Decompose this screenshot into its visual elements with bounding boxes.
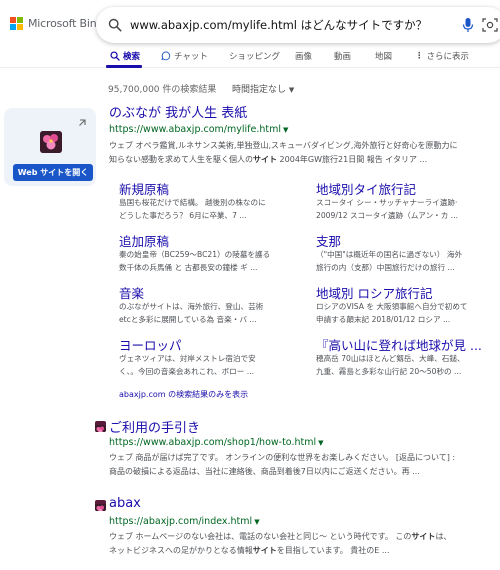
- snippet-line: ウェブ ホームページのない会社は、電話のない会社と同じ〜 という時代です。 この…: [109, 530, 499, 544]
- site-thumbnail: [40, 131, 62, 153]
- result-url-text: https://www.abaxjp.com/shop1/how-to.html: [109, 437, 317, 448]
- external-link-icon[interactable]: [76, 119, 86, 129]
- tab-shopping[interactable]: ショッピング: [229, 50, 280, 62]
- result-snippet: ウェブ ホームページのない会社は、電話のない会社と同じ〜 という時代です。 この…: [109, 530, 499, 558]
- result-title[interactable]: abax: [109, 496, 141, 511]
- result-title[interactable]: ご利用の手引き: [109, 417, 200, 436]
- tab-label: 地図: [375, 52, 393, 62]
- deeplink-snippet: 秦の始皇帝（BC259〜BC21）の陵墓を護る 数千体の兵馬俑 と 古都長安の鐘楼…: [119, 248, 284, 274]
- tab-label: チャット: [174, 52, 208, 62]
- snippet-text: ネットビジネスへの足がかりとなる情報: [109, 546, 253, 555]
- snippet-text: 知らない感動を求めて人生を駆く個人の: [109, 155, 253, 164]
- tab-label: ショッピング: [229, 52, 281, 62]
- microphone-icon[interactable]: [462, 17, 474, 33]
- tab-maps[interactable]: 地図: [375, 50, 392, 62]
- search-icon[interactable]: [108, 18, 122, 32]
- snippet-line: どうした事だろう？ 6月に卒業、7 ...: [119, 211, 247, 220]
- snippet-text: 2004年GW旅行21日間 報告 イタリア ...: [277, 155, 428, 164]
- deeplink-snippet: 穂高岳 70山はほとんど剱岳、大峰、石鎚、 九重、霧島と多彩な山行記 20〜50秒…: [316, 352, 481, 378]
- result-url-text: https://abaxjp.com/index.html: [109, 516, 253, 527]
- caret-down-icon[interactable]: ▼: [283, 126, 288, 134]
- active-tab-indicator: [106, 65, 142, 68]
- snippet-line: （"中国"は概近年の国名に過ぎない） 海外: [316, 250, 463, 259]
- site-favicon: [95, 500, 106, 511]
- tab-label: 動画: [334, 52, 352, 62]
- result-snippet: ウェブ 商品が届けば完了です。 オンラインの便利な世界をお楽しみください。 [返…: [109, 451, 499, 479]
- snippet-line: ロシアのVISA を 大阪領事館へ自分で初めて: [316, 302, 468, 311]
- snippet-line: ウェブ 商品が届けば完了です。 オンラインの便利な世界をお楽しみください。 [返…: [109, 453, 456, 462]
- search-tabs: 検索 チャット ショッピング 画像 動画 地図 ⋮ さらに表示: [0, 46, 500, 68]
- snippet-highlight: サイト: [253, 155, 277, 164]
- open-website-button[interactable]: Web サイトを開く: [13, 164, 93, 181]
- snippet-line: 秦の始皇帝（BC259〜BC21）の陵墓を護る: [119, 250, 271, 259]
- result-title[interactable]: のぶなが 我が人生 表紙: [109, 102, 247, 121]
- snippet-line: のぶながサイトは、海外旅行、登山、芸術: [119, 302, 264, 311]
- snippet-line: く、。今回の音楽会あれこれ、ボロー ...: [119, 367, 255, 376]
- site-preview-card[interactable]: Web サイトを開く: [4, 108, 96, 186]
- snippet-text: は、: [435, 532, 452, 541]
- deeplink-snippet: 島国も桜花だけで結構。 越後別の株なのに どうした事だろう？ 6月に卒業、7 ..…: [119, 196, 284, 222]
- result-url[interactable]: https://abaxjp.com/index.html ▼: [109, 516, 260, 527]
- caret-down-icon[interactable]: ▼: [254, 518, 259, 526]
- more-icon: ⋮: [415, 51, 424, 61]
- chat-icon: [161, 51, 171, 61]
- search-box[interactable]: www.abaxjp.com/mylife.html はどんなサイトですか？: [96, 7, 500, 43]
- deeplink-snippet: （"中国"は概近年の国名に過ぎない） 海外 旅行の内（支那）中国旅行だけの旅行 .…: [316, 248, 481, 274]
- snippet-line: 商品の破損による返品は、当社に連絡後、商品到着後7日以内にご返送ください。再 .…: [109, 467, 420, 476]
- snippet-text: を目指しています。 貴社のE ...: [276, 546, 390, 555]
- deeplink-snippet: スコータイ シー・サッチャナーライ遺跡· 2009/12 スコータイ遺跡（ムアン・…: [316, 196, 481, 222]
- tab-more[interactable]: ⋮ さらに表示: [415, 50, 469, 62]
- snippet-line: 知らない感動を求めて人生を駆く個人のサイト 2004年GW旅行21日間 報告 イ…: [109, 153, 499, 167]
- microsoft-logo-icon: [10, 17, 23, 30]
- snippet-line: 穂高岳 70山はほとんど剱岳、大峰、石鎚、: [316, 354, 465, 363]
- tab-label: さらに表示: [426, 52, 470, 62]
- snippet-line: 2009/12 スコータイ遺跡（ムアン・カ ...: [316, 211, 459, 220]
- caret-down-icon: ▼: [288, 86, 295, 94]
- tab-images[interactable]: 画像: [295, 50, 312, 62]
- deeplink-snippet: のぶながサイトは、海外旅行、登山、芸術 etcと多彩に展開している為 音楽・バ .…: [119, 300, 284, 326]
- snippet-line: 旅行の内（支那）中国旅行だけの旅行 ...: [316, 263, 455, 272]
- snippet-line: ウェブ オペラ鑑賞,ルネサンス美術,単独登山,スキューバダイビング,海外旅行と好…: [109, 141, 458, 150]
- snippet-text: ウェブ ホームページのない会社は、電話のない会社と同じ〜 という時代です。 この: [109, 532, 412, 541]
- bing-logo[interactable]: Microsoft Bing: [10, 17, 104, 30]
- time-filter[interactable]: 時間指定なし ▼: [232, 82, 294, 95]
- tab-videos[interactable]: 動画: [334, 50, 351, 62]
- result-snippet: ウェブ オペラ鑑賞,ルネサンス美術,単独登山,スキューバダイビング,海外旅行と好…: [109, 139, 499, 167]
- result-url-text: https://www.abaxjp.com/mylife.html: [109, 124, 281, 135]
- search-icon: [110, 51, 120, 61]
- caret-down-icon[interactable]: ▼: [318, 439, 323, 447]
- snippet-line: ヴェネツィアは、対岸メストレ宿泊で安: [119, 354, 256, 363]
- snippet-highlight: サイト: [252, 546, 277, 555]
- snippet-line: ネットビジネスへの足がかりとなる情報サイトを目指しています。 貴社のE ...: [109, 544, 499, 558]
- site-only-link[interactable]: abaxjp.com の検索結果のみを表示: [119, 389, 248, 400]
- tab-search[interactable]: 検索: [110, 50, 140, 62]
- results-count: 95,700,000 件の検索結果: [108, 85, 217, 95]
- result-url[interactable]: https://www.abaxjp.com/shop1/how-to.html…: [109, 437, 324, 448]
- tab-label: 検索: [123, 52, 141, 62]
- snippet-highlight: サイト: [411, 532, 436, 541]
- snippet-line: 申請する顛末記 2018/01/12 ロシア ...: [316, 315, 451, 324]
- brand-name: Microsoft Bing: [28, 17, 104, 30]
- site-favicon: [95, 421, 106, 432]
- visual-search-icon[interactable]: [482, 17, 498, 33]
- tab-label: 画像: [295, 52, 313, 62]
- search-input[interactable]: www.abaxjp.com/mylife.html はどんなサイトですか？: [130, 17, 427, 33]
- deeplink-snippet: ロシアのVISA を 大阪領事館へ自分で初めて 申請する顛末記 2018/01/1…: [316, 300, 481, 326]
- time-filter-label: 時間指定なし: [232, 85, 287, 95]
- snippet-line: 九重、霧島と多彩な山行記 20〜50秒の ...: [316, 367, 462, 376]
- snippet-line: 数千体の兵馬俑 と 古都長安の鐘楼 ギ ...: [119, 263, 258, 272]
- result-url[interactable]: https://www.abaxjp.com/mylife.html ▼: [109, 124, 288, 135]
- tab-chat[interactable]: チャット: [161, 50, 208, 62]
- deeplink-snippet: ヴェネツィアは、対岸メストレ宿泊で安 く、。今回の音楽会あれこれ、ボロー ...: [119, 352, 284, 378]
- snippet-line: 島国も桜花だけで結構。 越後別の株なのに: [119, 198, 266, 207]
- snippet-line: etcと多彩に展開している為 音楽・バ ...: [119, 315, 257, 324]
- snippet-line: スコータイ シー・サッチャナーライ遺跡·: [316, 198, 458, 207]
